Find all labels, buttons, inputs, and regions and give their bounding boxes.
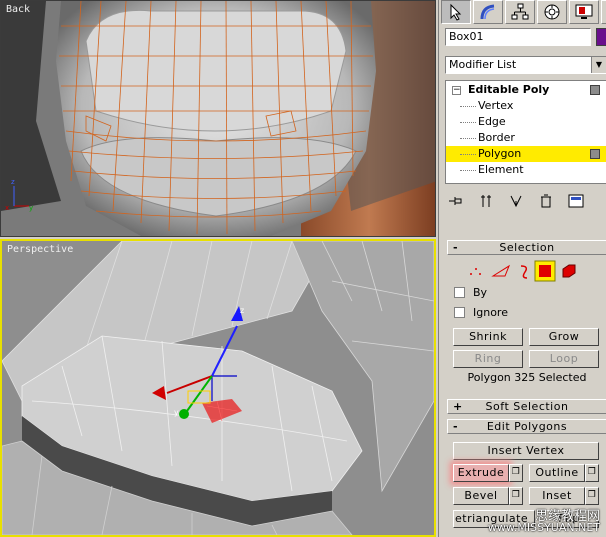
collapse-toggle-icon[interactable]: −: [452, 86, 461, 95]
make-unique-icon[interactable]: [505, 191, 527, 211]
svg-text:z: z: [11, 178, 15, 186]
svg-text:x: x: [5, 204, 9, 212]
bevel-settings-button[interactable]: ❐: [509, 487, 523, 505]
configure-sets-icon[interactable]: [565, 191, 587, 211]
shrink-button[interactable]: Shrink: [453, 328, 523, 346]
outline-settings-button[interactable]: ❐: [585, 464, 599, 482]
stack-item-polygon[interactable]: Polygon: [446, 146, 606, 162]
command-panel-tabs: [441, 0, 606, 24]
border-level-icon: [520, 265, 528, 279]
object-color-swatch[interactable]: [596, 28, 606, 46]
site-watermark: 思缘教程网 www.MISSYUAN.NET: [487, 509, 600, 534]
ignore-backfacing-checkbox[interactable]: [454, 307, 465, 318]
upper-lip-mesh: [85, 9, 347, 132]
create-tab[interactable]: [441, 0, 471, 24]
pin-stack-icon[interactable]: [445, 191, 467, 211]
motion-icon: [544, 4, 560, 20]
edit-polygons-rollout-header[interactable]: - Edit Polygons: [447, 419, 606, 434]
stack-light-icon[interactable]: [590, 85, 600, 95]
polygon-level-icon: [534, 260, 556, 282]
show-end-result-icon[interactable]: [475, 191, 497, 211]
modifier-stack[interactable]: − Editable Poly Vertex Edge Border Polyg…: [445, 80, 606, 184]
ring-button[interactable]: Ring: [453, 350, 523, 368]
cursor-arrow-icon: [450, 3, 462, 21]
svg-text:y: y: [29, 204, 33, 212]
perspective-viewport[interactable]: z y Perspective: [0, 239, 436, 537]
modify-tab[interactable]: [473, 0, 503, 24]
stack-item-element[interactable]: Element: [446, 162, 606, 178]
svg-text:z: z: [240, 306, 244, 315]
display-monitor-icon: [575, 4, 593, 19]
hierarchy-tab[interactable]: [505, 0, 535, 24]
bend-icon: [480, 4, 495, 20]
utilities-tab[interactable]: [601, 0, 606, 24]
perspective-viewport-label[interactable]: Perspective: [7, 244, 73, 255]
extrude-button[interactable]: Extrude: [453, 464, 509, 482]
grow-button[interactable]: Grow: [529, 328, 599, 346]
back-viewport-render: y x z: [1, 1, 435, 236]
stack-item-border[interactable]: Border: [446, 130, 606, 146]
by-vertex-checkbox[interactable]: [454, 287, 465, 298]
soft-selection-rollout-header[interactable]: + Soft Selection: [447, 399, 606, 414]
modifier-list-dropdown[interactable]: Modifier List ▼: [445, 56, 606, 74]
command-panel: Box01 Modifier List ▼ − Editable Poly Ve…: [438, 0, 606, 537]
selection-rollout-header[interactable]: - Selection: [447, 240, 606, 255]
insert-vertex-button[interactable]: Insert Vertex: [453, 442, 599, 460]
stack-item-edge[interactable]: Edge: [446, 114, 606, 130]
edge-level-icon: [491, 264, 511, 277]
element-level-icon: [562, 264, 576, 278]
inset-settings-button[interactable]: ❐: [585, 487, 599, 505]
stack-item-editable-poly[interactable]: − Editable Poly: [446, 82, 606, 98]
inset-button[interactable]: Inset: [529, 487, 585, 505]
remove-modifier-icon[interactable]: [535, 191, 557, 211]
back-viewport-label[interactable]: Back: [6, 4, 30, 15]
loop-button[interactable]: Loop: [529, 350, 599, 368]
display-tab[interactable]: [569, 0, 599, 24]
hierarchy-icon: [511, 3, 529, 20]
stack-toolbar: [445, 190, 606, 212]
perspective-viewport-render: z y: [2, 241, 434, 535]
svg-text:y: y: [174, 408, 179, 417]
stack-item-vertex[interactable]: Vertex: [446, 98, 606, 114]
stack-light-icon[interactable]: [590, 149, 600, 159]
modifier-list-value: Modifier List: [449, 58, 517, 71]
subobject-level-icons: [463, 260, 603, 282]
extrude-settings-button[interactable]: ❐: [509, 464, 523, 482]
object-name-field[interactable]: Box01: [445, 28, 591, 46]
ignore-backfacing-label: Ignore: [473, 306, 508, 319]
bevel-button[interactable]: Bevel: [453, 487, 509, 505]
chevron-down-icon: ▼: [591, 57, 606, 73]
vertex-level-icon: [470, 268, 481, 275]
motion-tab[interactable]: [537, 0, 567, 24]
selection-status: Polygon 325 Selected: [467, 371, 587, 384]
back-viewport[interactable]: y x z Back: [0, 0, 436, 237]
outline-button[interactable]: Outline: [529, 464, 585, 482]
by-vertex-label: By: [473, 286, 488, 299]
